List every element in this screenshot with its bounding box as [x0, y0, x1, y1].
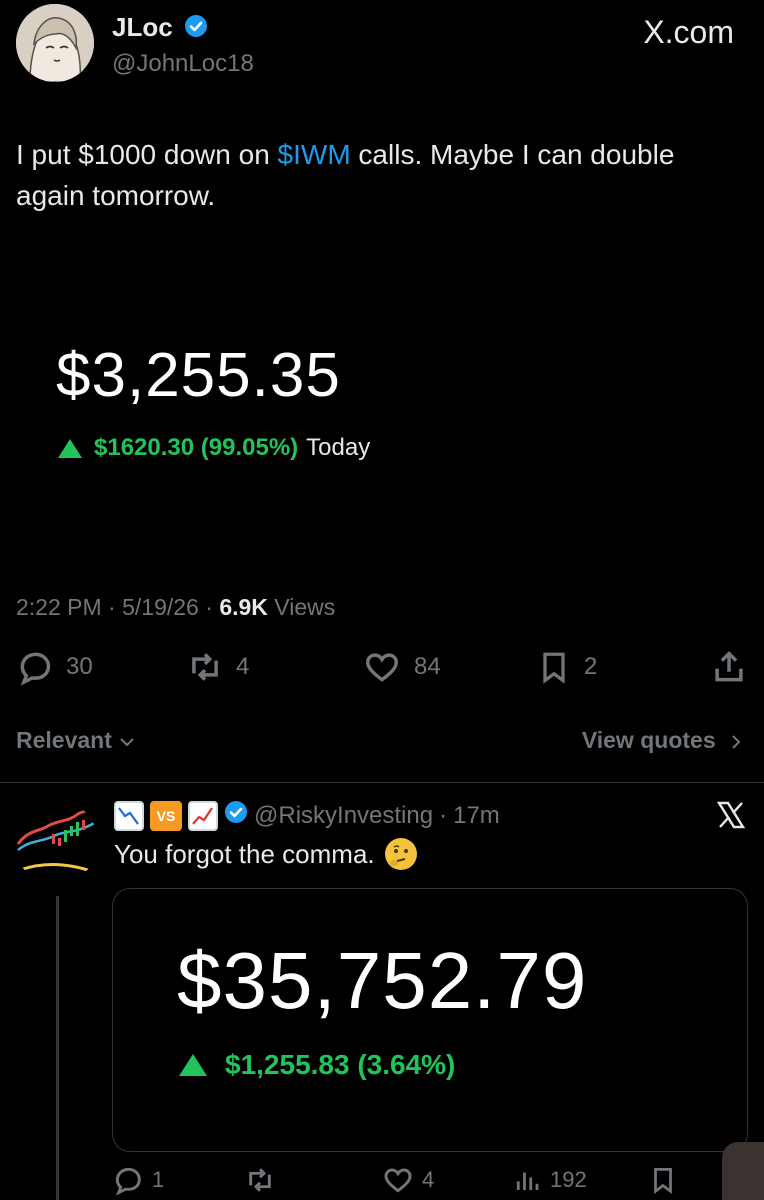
reply-age[interactable]: 17m: [453, 802, 500, 830]
heart-icon: [366, 653, 398, 682]
share-icon: [715, 651, 743, 682]
bookmark-icon: [654, 1168, 672, 1194]
author-name[interactable]: JLoc: [112, 12, 208, 45]
reply-avatar-chart-drawing: [14, 800, 98, 884]
view-quotes-label: View quotes: [581, 727, 716, 753]
reply-like-count: 4: [422, 1167, 435, 1192]
corner-overlay: [722, 1142, 764, 1200]
reply-text: You forgot the comma.: [114, 838, 417, 870]
chevron-right-icon: [732, 735, 741, 749]
reply-dot: ·: [439, 801, 448, 829]
tweet-text: I put $1000 down on $IWM calls. Maybe I …: [16, 134, 716, 216]
reply-icon: [20, 652, 51, 686]
analytics-bars-icon: [516, 1172, 539, 1190]
heart-icon: [384, 1168, 412, 1193]
reply-button[interactable]: 30: [16, 648, 93, 686]
repost-count: 4: [236, 653, 250, 680]
thinking-face-emoji-icon: [384, 838, 417, 870]
thread-line: [56, 896, 59, 1200]
reply-icon: [115, 1167, 141, 1196]
author-handle[interactable]: @JohnLoc18: [112, 50, 254, 78]
tweet-time[interactable]: 2:22 PM: [16, 594, 102, 620]
tweet-action-bar: 30 4 84 2: [16, 648, 748, 688]
reply-header: VS @RiskyInvesting · 17m: [114, 800, 500, 831]
repost-button[interactable]: 4: [186, 648, 249, 686]
chart-increasing-emoji-icon: [188, 800, 218, 831]
x-logo-icon: [716, 800, 746, 838]
tweet-date[interactable]: 5/19/26: [122, 594, 199, 620]
sort-relevant-dropdown[interactable]: Relevant: [16, 727, 136, 754]
verified-badge-icon: [184, 14, 208, 45]
reply-reply-button[interactable]: 1: [112, 1164, 164, 1196]
chart-decreasing-emoji-icon: [114, 800, 144, 831]
reply-reply-count: 1: [152, 1167, 165, 1192]
repost-icon: [192, 653, 218, 681]
tweet-text-before: I put $1000 down on: [16, 139, 278, 170]
reply-handle[interactable]: @RiskyInvesting: [254, 802, 433, 830]
reply-balance: $35,752.79: [177, 936, 588, 1025]
reply-image-card[interactable]: $35,752.79 $1,255.83 (3.64%): [112, 888, 748, 1152]
share-button[interactable]: [710, 648, 748, 686]
up-triangle-icon: [179, 1054, 207, 1076]
chevron-down-icon: [120, 738, 134, 747]
author-avatar[interactable]: [16, 4, 94, 82]
vs-button-emoji: VS: [150, 800, 182, 831]
repost-icon: [249, 1168, 271, 1192]
reply-like-button[interactable]: 4: [382, 1164, 434, 1196]
reply-views-button[interactable]: 192: [512, 1164, 587, 1196]
author-avatar-drawing: [16, 4, 94, 82]
views-label: Views: [267, 594, 336, 620]
reply-gain-value: $1,255.83 (3.64%): [225, 1049, 456, 1080]
reply-views-count: 192: [550, 1167, 587, 1192]
up-triangle-icon: [58, 438, 82, 458]
tweet-meta: 2:22 PM · 5/19/26 · 6.9K Views: [16, 594, 335, 621]
section-divider: [0, 782, 764, 783]
reply-count: 30: [66, 653, 93, 680]
like-count: 84: [414, 653, 441, 680]
reply-gain: $1,255.83 (3.64%): [179, 1049, 455, 1081]
gain-value: $1620.30 (99.05%): [94, 434, 299, 461]
reply-action-bar: 1 4 192: [112, 1164, 712, 1200]
views-count: 6.9K: [219, 594, 268, 620]
bookmark-count: 2: [584, 653, 598, 680]
gain-period: Today: [306, 434, 371, 461]
reply-text-content: You forgot the comma.: [114, 838, 375, 869]
reply-repost-button[interactable]: [244, 1164, 284, 1196]
reply-author-avatar[interactable]: [14, 800, 98, 884]
view-quotes-link[interactable]: View quotes: [582, 727, 744, 754]
portfolio-balance: $3,255.35: [56, 341, 341, 410]
portfolio-gain: $1620.30 (99.05%) Today: [58, 434, 370, 462]
cashtag-link[interactable]: $IWM: [278, 139, 351, 170]
author-name-text: JLoc: [112, 12, 173, 42]
bookmark-icon: [543, 652, 565, 684]
reply-bookmark-button[interactable]: [648, 1164, 678, 1196]
like-button[interactable]: 84: [362, 648, 441, 686]
verified-badge-icon: [224, 800, 248, 831]
bookmark-button[interactable]: 2: [536, 648, 597, 686]
sort-relevant-label: Relevant: [16, 727, 112, 753]
meta-separator: ·: [101, 594, 123, 620]
meta-separator: ·: [198, 594, 220, 620]
site-watermark: X.com: [643, 14, 734, 50]
